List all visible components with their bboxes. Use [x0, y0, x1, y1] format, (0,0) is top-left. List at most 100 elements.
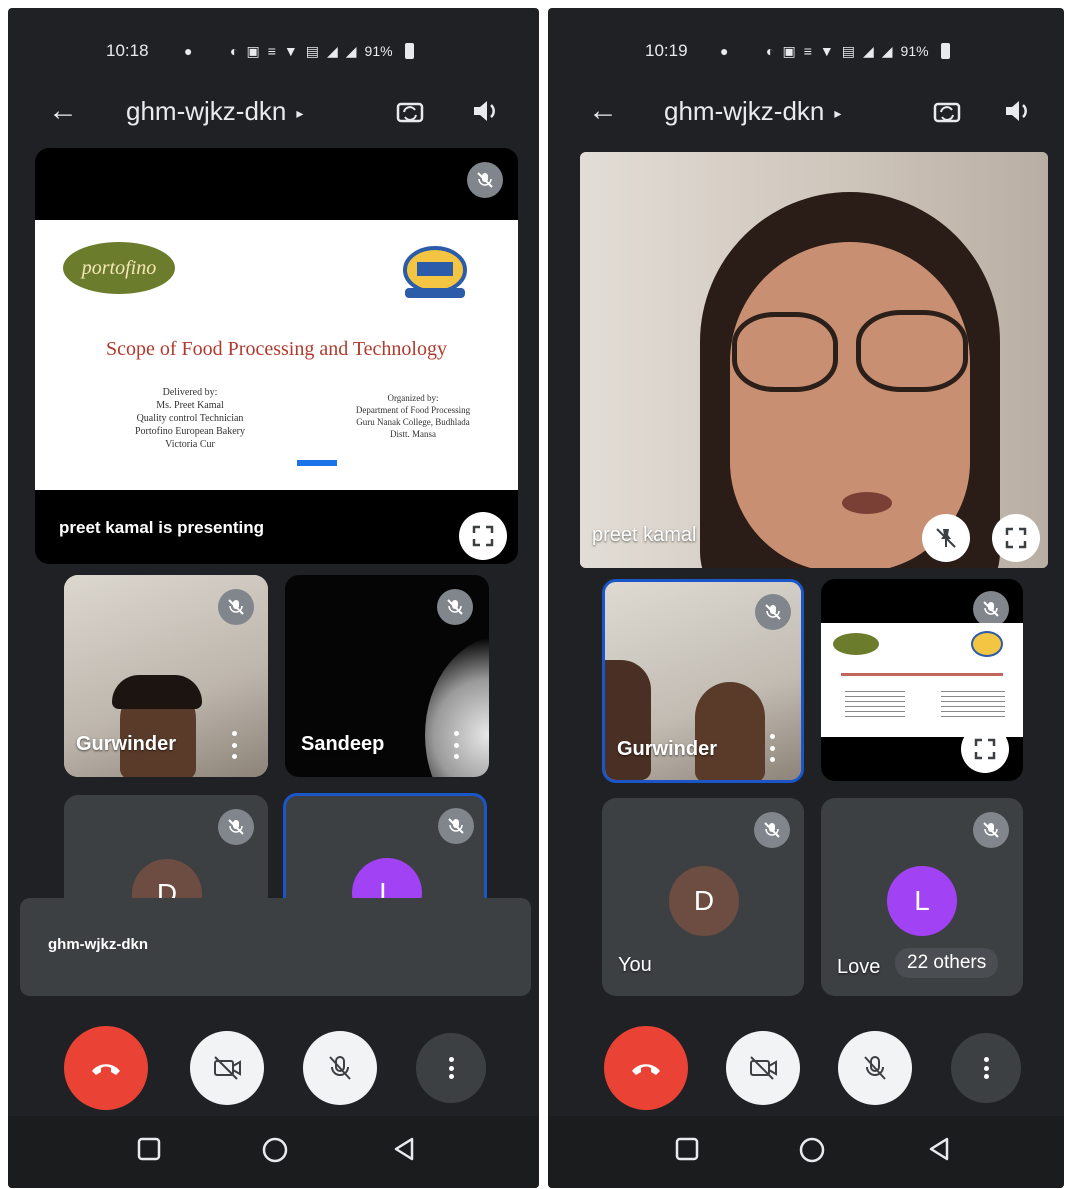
speaker-icon[interactable]: [468, 94, 502, 128]
mic-off-icon: [973, 812, 1009, 848]
participant-name: Gurwinder: [76, 733, 177, 755]
participant-head: [695, 682, 765, 780]
recent-apps-icon[interactable]: [136, 1136, 162, 1162]
notification-dot: ●: [184, 43, 193, 59]
mic-off-icon: [218, 809, 254, 845]
signal-icon-2: ◢: [345, 42, 357, 59]
switch-camera-icon[interactable]: [930, 94, 964, 128]
back-nav-icon[interactable]: [926, 1136, 952, 1162]
more-options-icon[interactable]: [453, 731, 459, 759]
slide-text-line: Ms. Preet Kamal: [156, 400, 224, 411]
back-arrow-icon[interactable]: ←: [48, 86, 78, 136]
slide-text-line: Distt. Mansa: [390, 429, 436, 439]
slide-organized-by: Organized by: Department of Food Process…: [323, 392, 503, 440]
participant-head-2: [605, 660, 651, 780]
slide-text-line: Guru Nanak College, Budhlada: [356, 417, 470, 427]
signal-icon-2: ◢: [881, 42, 893, 59]
meeting-info-toast[interactable]: ghm-wjkz-dkn: [20, 898, 531, 996]
meeting-title[interactable]: ghm-wjkz-dkn ▸: [664, 86, 841, 138]
end-call-button[interactable]: [604, 1026, 688, 1110]
battery-icon: [404, 43, 414, 59]
slide-text-line: Portofino European Bakery: [135, 426, 245, 437]
participant-name: preet kamal: [592, 524, 697, 546]
meeting-title[interactable]: ghm-wjkz-dkn ▸: [126, 86, 303, 138]
slide-text-line: Organized by:: [387, 393, 439, 403]
battery-icon: [940, 43, 950, 59]
nfc-icon: ▣: [246, 42, 260, 59]
speaker-tile[interactable]: preet kamal: [580, 152, 1048, 568]
mic-off-icon: [218, 589, 254, 625]
volte-icon: ▤: [841, 42, 855, 59]
switch-camera-icon[interactable]: [393, 94, 427, 128]
speaker-icon[interactable]: [1000, 94, 1034, 128]
app-bar: ← ghm-wjkz-dkn ▸: [548, 86, 1064, 136]
more-options-icon[interactable]: [769, 734, 775, 762]
battery-text: 91%: [364, 43, 393, 59]
fullscreen-icon[interactable]: [992, 514, 1040, 562]
participant-name: Sandeep: [301, 733, 385, 755]
meeting-code: ghm-wjkz-dkn: [126, 96, 287, 126]
presentation-tile[interactable]: portofino Scope of Food Processing and T…: [35, 148, 518, 564]
mic-off-icon: [467, 162, 503, 198]
back-arrow-icon[interactable]: ←: [588, 86, 618, 136]
mic-off-icon: [329, 1056, 351, 1080]
fullscreen-icon[interactable]: [961, 725, 1009, 773]
others-count-chip[interactable]: 22 others: [895, 948, 999, 978]
slide-title: Scope of Food Processing and Technology: [106, 338, 447, 360]
camera-toggle-button[interactable]: [726, 1031, 800, 1105]
portofino-logo: [833, 633, 879, 655]
home-icon[interactable]: [261, 1136, 289, 1164]
speaker-mouth: [842, 492, 892, 514]
toast-meeting-code: ghm-wjkz-dkn: [48, 936, 148, 953]
pin-off-button[interactable]: [922, 514, 970, 562]
more-actions-button[interactable]: [416, 1033, 486, 1103]
meet-screen-2: 10:19 ● ◐ ▣ ≡ ▼ ▤ ◢ ◢ 91% ← ghm-wjkz-dkn…: [548, 8, 1064, 1188]
slide-text-line: Victoria Cur: [165, 439, 215, 450]
slide-progress-marker: [297, 460, 337, 466]
caret-right-icon: ▸: [296, 105, 304, 122]
more-options-icon[interactable]: [231, 731, 237, 759]
slide-text-block: [845, 691, 905, 721]
volte-icon: ▤: [305, 42, 319, 59]
fullscreen-icon[interactable]: [459, 512, 507, 560]
slide-delivered-by: Delivered by: Ms. Preet Kamal Quality co…: [105, 386, 275, 451]
call-controls: [548, 1026, 1064, 1116]
status-time: 10:19: [645, 41, 688, 60]
camera-toggle-button[interactable]: [190, 1031, 264, 1105]
more-vert-icon: [448, 1057, 454, 1079]
hang-up-icon: [92, 1064, 120, 1075]
participant-tile-gurwinder[interactable]: Gurwinder: [64, 575, 268, 777]
mic-off-icon: [864, 1056, 886, 1080]
hang-up-icon: [632, 1064, 660, 1075]
mic-off-icon: [973, 591, 1009, 627]
status-time: 10:18: [106, 41, 149, 60]
glasses-left-lens: [732, 312, 838, 392]
signal-icon: ◢: [326, 42, 338, 59]
participant-name: You: [618, 954, 652, 976]
mic-toggle-button[interactable]: [838, 1031, 912, 1105]
slide-text-line: Quality control Technician: [136, 413, 244, 424]
participant-tile-sandeep[interactable]: Sandeep: [285, 575, 489, 777]
back-nav-icon[interactable]: [391, 1136, 417, 1162]
caret-right-icon: ▸: [834, 105, 842, 122]
signal-icon: ◢: [862, 42, 874, 59]
wifi-icon: ▼: [819, 43, 834, 59]
participant-name: Gurwinder: [617, 738, 718, 760]
presentation-thumbnail-tile[interactable]: [821, 579, 1023, 781]
participant-hair: [112, 675, 202, 709]
status-icons: ◐ ▣ ≡ ▼ ▤ ◢ ◢ 91%: [766, 43, 950, 60]
participant-tile-love[interactable]: L Love 22 others: [821, 798, 1023, 996]
more-vert-icon: [983, 1057, 989, 1079]
data-saver-icon: ◐: [766, 43, 775, 59]
participant-tile-gurwinder[interactable]: Gurwinder: [602, 579, 804, 783]
data-saver-icon: ◐: [230, 43, 239, 59]
status-bar: 10:19 ● ◐ ▣ ≡ ▼ ▤ ◢ ◢ 91%: [548, 36, 1064, 66]
participant-tile-you[interactable]: D You: [602, 798, 804, 996]
mic-toggle-button[interactable]: [303, 1031, 377, 1105]
more-actions-button[interactable]: [951, 1033, 1021, 1103]
battery-text: 91%: [900, 43, 929, 59]
home-icon[interactable]: [798, 1136, 826, 1164]
end-call-button[interactable]: [64, 1026, 148, 1110]
network-speed-icon: ≡: [803, 43, 812, 59]
recent-apps-icon[interactable]: [674, 1136, 700, 1162]
